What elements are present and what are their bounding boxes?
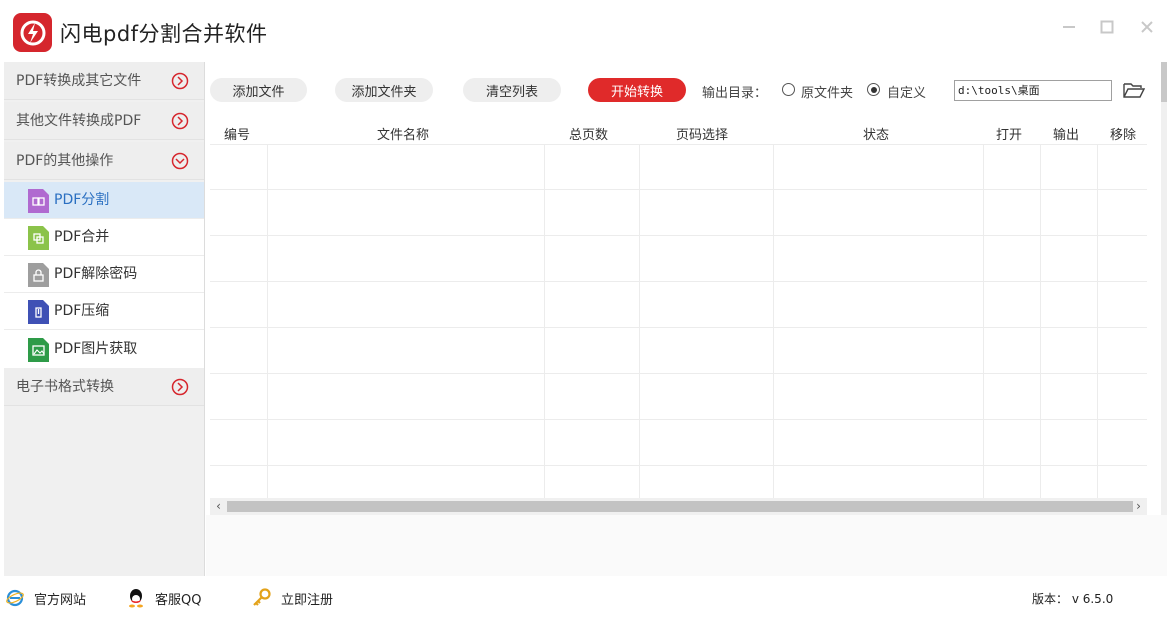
column-header-output: 输出 bbox=[1053, 128, 1080, 143]
app-logo-icon bbox=[13, 13, 52, 52]
sidebar-item-label: PDF分割 bbox=[54, 192, 110, 208]
column-header-pages: 总页数 bbox=[569, 128, 609, 143]
grid-line bbox=[1040, 144, 1041, 498]
app-window: 闪电pdf分割合并软件 PDF转换成其它文件 其他文件转换成PDF PDF的其他… bbox=[0, 0, 1167, 618]
sidebar-item-pdf-unlock[interactable]: PDF解除密码 bbox=[4, 256, 204, 293]
sidebar-category-ebook-convert[interactable]: 电子书格式转换 bbox=[4, 368, 204, 406]
chevron-right-circle-icon bbox=[171, 72, 189, 90]
vertical-scrollbar[interactable] bbox=[1161, 62, 1167, 517]
radio-original-folder-label: 原文件夹 bbox=[801, 86, 854, 101]
title-bar: 闪电pdf分割合并软件 bbox=[0, 0, 1167, 62]
merge-file-icon bbox=[28, 226, 49, 250]
scrollbar-thumb[interactable] bbox=[227, 501, 1133, 512]
radio-custom-folder[interactable] bbox=[867, 83, 880, 96]
sidebar-item-label: PDF图片获取 bbox=[54, 341, 138, 357]
qq-penguin-icon bbox=[129, 589, 143, 608]
sidebar-item-pdf-compress[interactable]: PDF压缩 bbox=[4, 293, 204, 330]
register-link[interactable]: 立即注册 bbox=[251, 588, 333, 608]
add-file-button[interactable]: 添加文件 bbox=[210, 78, 307, 102]
start-convert-button[interactable]: 开始转换 bbox=[588, 78, 686, 102]
column-header-status: 状态 bbox=[863, 128, 890, 143]
column-header-open: 打开 bbox=[996, 128, 1023, 143]
clear-list-button[interactable]: 清空列表 bbox=[463, 78, 561, 102]
column-header-page-select: 页码选择 bbox=[676, 128, 729, 143]
sidebar-category-label: PDF转换成其它文件 bbox=[16, 73, 142, 89]
grid-line bbox=[773, 144, 774, 498]
grid-line bbox=[210, 144, 1147, 145]
sidebar-category-label: PDF的其他操作 bbox=[16, 153, 114, 169]
sidebar-item-label: PDF合并 bbox=[54, 229, 110, 245]
grid-line bbox=[210, 327, 1147, 328]
grid-line bbox=[544, 144, 545, 498]
chevron-right-circle-icon bbox=[171, 378, 189, 396]
sidebar-item-label: PDF压缩 bbox=[54, 303, 110, 319]
table-header: 编号 文件名称 总页数 页码选择 状态 打开 输出 移除 bbox=[210, 120, 1147, 144]
sidebar-category-other-to-pdf[interactable]: 其他文件转换成PDF bbox=[4, 102, 204, 140]
grid-line bbox=[210, 465, 1147, 466]
sidebar: PDF转换成其它文件 其他文件转换成PDF PDF的其他操作 PDF分割 PDF… bbox=[4, 62, 205, 576]
sidebar-category-label: 电子书格式转换 bbox=[16, 379, 114, 395]
unlock-file-icon bbox=[28, 263, 49, 287]
grid-line bbox=[1097, 144, 1098, 498]
maximize-button[interactable] bbox=[1096, 16, 1118, 38]
close-button[interactable] bbox=[1136, 16, 1158, 38]
grid-line bbox=[210, 373, 1147, 374]
grid-line bbox=[267, 144, 268, 498]
radio-custom-folder-label: 自定义 bbox=[887, 86, 927, 101]
sidebar-item-pdf-merge[interactable]: PDF合并 bbox=[4, 219, 204, 256]
column-header-remove: 移除 bbox=[1110, 128, 1137, 143]
grid-line bbox=[210, 281, 1147, 282]
grid-line bbox=[639, 144, 640, 498]
footer: 官方网站 客服QQ 立即注册 版本： v 6.5.0 bbox=[0, 576, 1167, 618]
app-title: 闪电pdf分割合并软件 bbox=[60, 22, 268, 46]
compress-file-icon bbox=[28, 300, 49, 324]
sidebar-item-pdf-split[interactable]: PDF分割 bbox=[4, 182, 204, 219]
official-website-link[interactable]: 官方网站 bbox=[6, 588, 86, 608]
content-bottom-area bbox=[206, 515, 1167, 576]
scroll-left-arrow-icon[interactable]: ‹ bbox=[210, 498, 227, 515]
scrollbar-thumb[interactable] bbox=[1161, 62, 1167, 102]
minimize-button[interactable] bbox=[1058, 16, 1080, 38]
output-dir-label: 输出目录： bbox=[702, 86, 768, 101]
chevron-down-circle-icon bbox=[171, 152, 189, 170]
sidebar-item-label: PDF解除密码 bbox=[54, 266, 138, 282]
grid-line bbox=[210, 235, 1147, 236]
chevron-right-circle-icon bbox=[171, 112, 189, 130]
sidebar-submenu: PDF分割 PDF合并 PDF解除密码 PDF压缩 PDF图片获取 bbox=[4, 182, 204, 368]
sidebar-category-label: 其他文件转换成PDF bbox=[16, 113, 142, 129]
image-file-icon bbox=[28, 338, 49, 362]
horizontal-scrollbar[interactable]: ‹ › bbox=[210, 498, 1147, 515]
output-path-input[interactable]: d:\tools\桌面 bbox=[954, 80, 1112, 101]
grid-line bbox=[210, 189, 1147, 190]
register-label: 立即注册 bbox=[281, 592, 334, 608]
radio-original-folder[interactable] bbox=[782, 83, 795, 96]
folder-open-icon[interactable] bbox=[1123, 80, 1145, 100]
file-table: 编号 文件名称 总页数 页码选择 状态 打开 输出 移除 bbox=[210, 120, 1147, 498]
sidebar-category-pdf-other-ops[interactable]: PDF的其他操作 bbox=[4, 142, 204, 180]
add-folder-button[interactable]: 添加文件夹 bbox=[335, 78, 433, 102]
version-label: 版本： v 6.5.0 bbox=[1032, 592, 1114, 606]
sidebar-category-pdf-to-other[interactable]: PDF转换成其它文件 bbox=[4, 62, 204, 100]
scroll-right-arrow-icon[interactable]: › bbox=[1130, 498, 1147, 515]
key-icon bbox=[253, 588, 271, 606]
official-website-label: 官方网站 bbox=[34, 592, 87, 608]
support-qq-label: 客服QQ bbox=[155, 592, 202, 608]
column-header-index: 编号 bbox=[224, 128, 251, 143]
sidebar-item-pdf-image-extract[interactable]: PDF图片获取 bbox=[4, 331, 204, 368]
split-file-icon bbox=[28, 189, 49, 213]
column-header-filename: 文件名称 bbox=[377, 128, 430, 143]
grid-line bbox=[983, 144, 984, 498]
support-qq-link[interactable]: 客服QQ bbox=[127, 588, 201, 608]
grid-line bbox=[210, 419, 1147, 420]
ie-browser-icon bbox=[6, 589, 24, 607]
